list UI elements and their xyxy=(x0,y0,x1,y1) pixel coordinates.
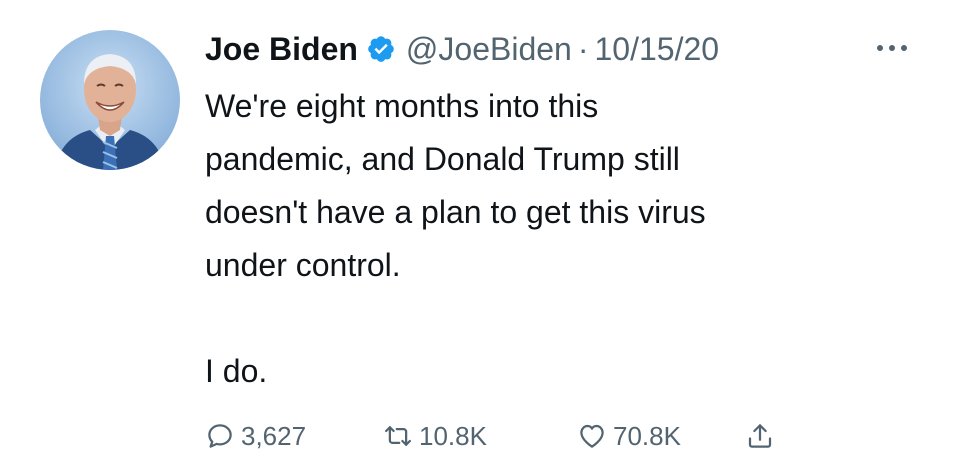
reply-button[interactable]: 3,627 xyxy=(205,416,306,456)
retweet-button[interactable]: 10.8K xyxy=(383,416,487,456)
tweet-line: I do. xyxy=(205,353,268,389)
retweet-icon xyxy=(385,426,411,446)
avatar[interactable] xyxy=(40,30,180,170)
like-button[interactable]: 70.8K xyxy=(577,416,681,456)
tweet-line: doesn't have a plan to get this virus xyxy=(205,194,706,230)
profile-photo-icon xyxy=(40,30,180,170)
tweet-line: pandemic, and Donald Trump still xyxy=(205,141,680,177)
retweet-count: 10.8K xyxy=(419,420,487,451)
handle[interactable]: @JoeBiden xyxy=(406,31,572,68)
separator-dot: · xyxy=(577,30,589,67)
tweet-line: under control. xyxy=(205,247,401,283)
action-bar: 3,627 10.8K 70.8K xyxy=(205,416,905,456)
reply-icon xyxy=(208,424,232,448)
share-button[interactable] xyxy=(745,416,775,456)
verified-badge-icon xyxy=(366,34,396,64)
tweet-line: We're eight months into this xyxy=(205,88,599,124)
like-count: 70.8K xyxy=(613,420,681,451)
share-icon xyxy=(748,424,772,448)
more-options-icon[interactable] xyxy=(872,30,912,66)
tweet-date[interactable]: 10/15/20 xyxy=(595,31,720,68)
heart-icon xyxy=(580,424,604,448)
reply-count: 3,627 xyxy=(241,420,307,451)
tweet-text: We're eight months into this pandemic, a… xyxy=(205,80,905,398)
tweet-header: Joe Biden @JoeBiden · 10/15/20 xyxy=(205,24,719,74)
tweet: Joe Biden @JoeBiden · 10/15/20 We're eig… xyxy=(0,0,960,474)
display-name[interactable]: Joe Biden xyxy=(205,31,358,68)
